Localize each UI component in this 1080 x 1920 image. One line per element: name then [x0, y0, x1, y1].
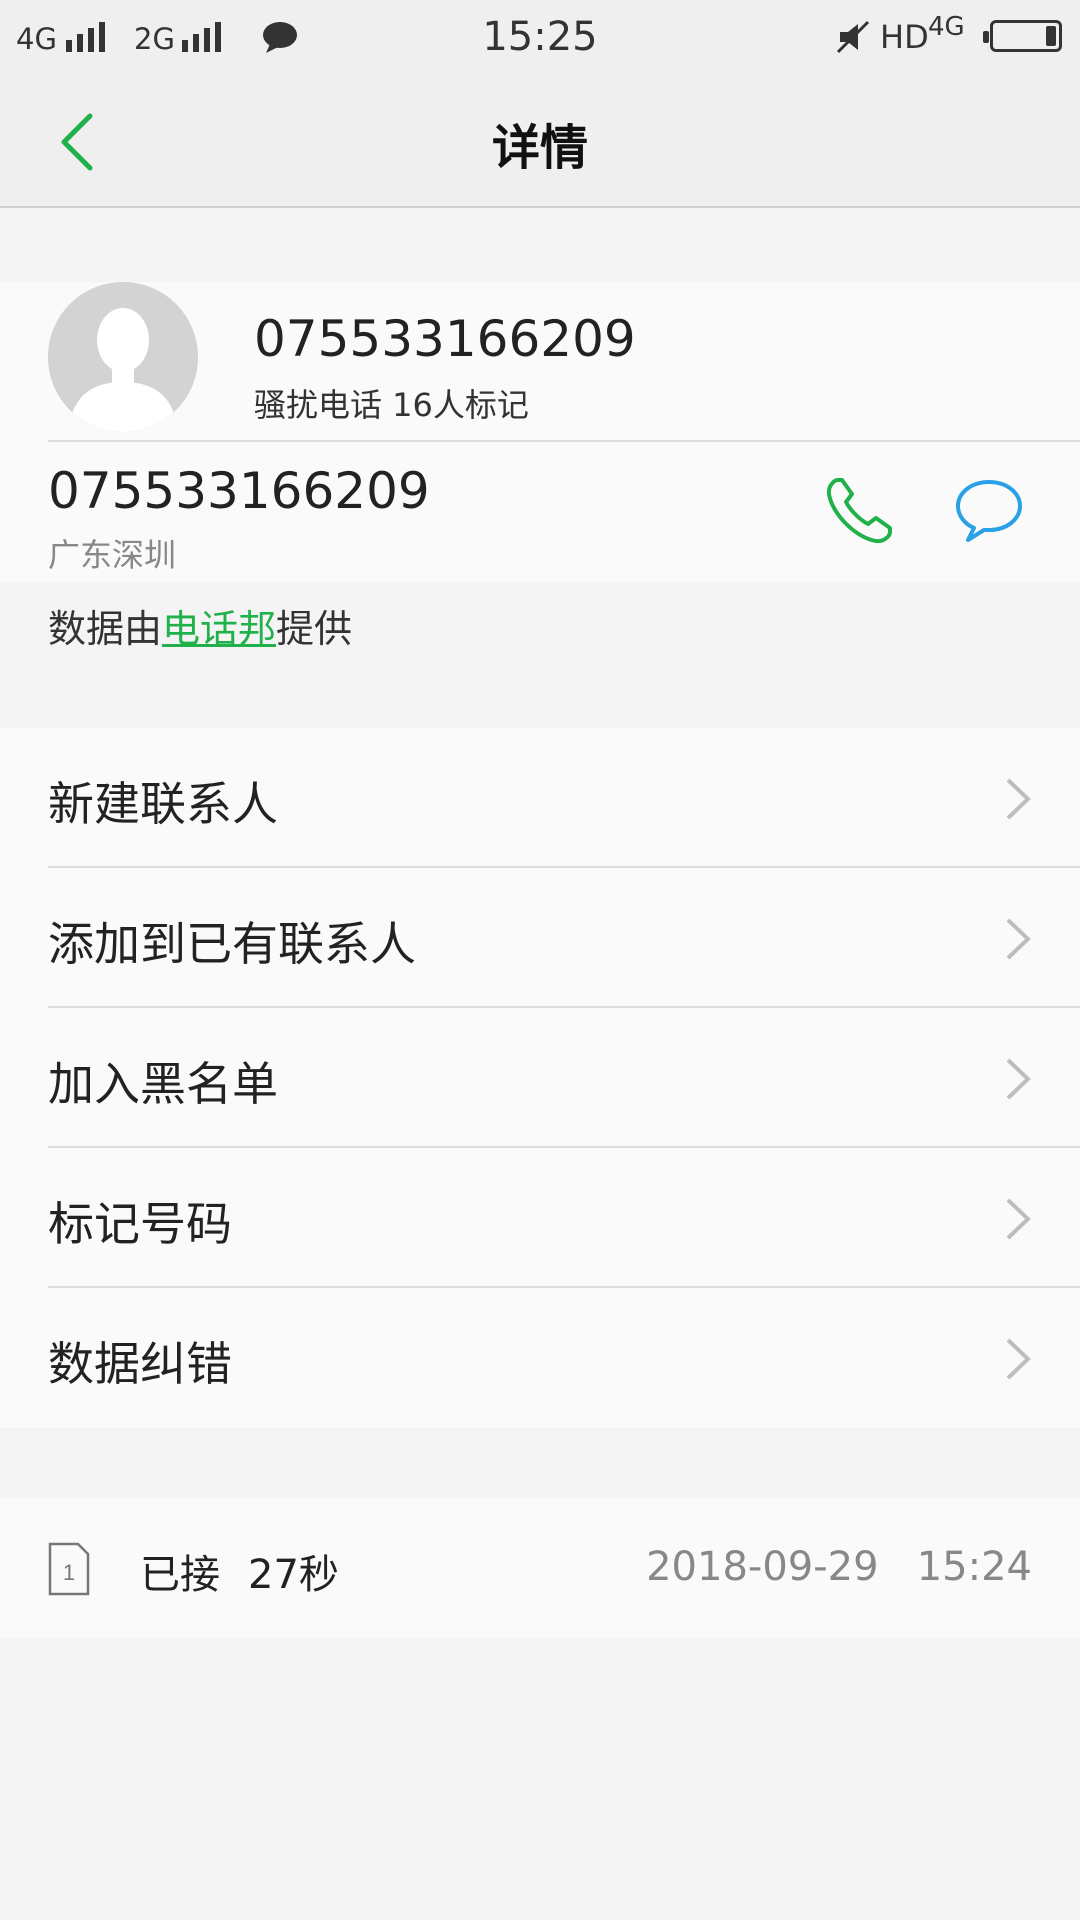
divider — [48, 440, 1080, 442]
spam-tag-label: 骚扰电话 16人标记 — [254, 386, 529, 424]
data-provider-note: 数据由电话邦提供 — [48, 598, 352, 653]
chevron-right-icon — [1006, 1058, 1031, 1100]
page-title: 详情 — [491, 120, 588, 176]
sim-slot-number: 1 — [63, 1560, 75, 1585]
provider-prefix: 数据由 — [48, 607, 163, 651]
phone-number[interactable]: 075533166209 — [48, 462, 430, 520]
menu-item-mark-number[interactable]: 标记号码 — [0, 1148, 1080, 1288]
person-placeholder-icon — [48, 282, 198, 432]
lte-indicator: 4G — [928, 12, 965, 42]
chevron-right-icon — [1006, 1338, 1031, 1380]
menu-item-add-to-blacklist[interactable]: 加入黑名单 — [0, 1008, 1080, 1148]
chevron-right-icon — [1006, 778, 1031, 820]
call-record-row[interactable]: 1 已接 27秒 2018-09-29 15:24 — [0, 1498, 1080, 1638]
mute-icon — [836, 20, 870, 54]
menu-item-label: 新建联系人 — [48, 777, 278, 831]
call-datetime: 2018-09-29 15:24 — [646, 1544, 1032, 1590]
call-status: 已接 — [140, 1552, 220, 1598]
menu-item-label: 标记号码 — [48, 1197, 232, 1251]
chevron-right-icon — [1006, 918, 1031, 960]
avatar — [48, 282, 198, 432]
status-bar: 4G 2G 15:25 HD 4G — [0, 0, 1080, 76]
provider-link[interactable]: 电话邦 — [162, 607, 276, 651]
sim-card-icon: 1 — [48, 1542, 90, 1596]
number-location: 广东深圳 — [48, 536, 177, 574]
top-app-bar: 详情 — [0, 76, 1080, 208]
provider-suffix: 提供 — [276, 607, 353, 651]
battery-icon — [983, 20, 1062, 52]
message-icon[interactable] — [954, 478, 1024, 542]
chevron-right-icon — [1006, 1198, 1031, 1240]
menu-item-label: 添加到已有联系人 — [48, 917, 416, 971]
menu-item-label: 加入黑名单 — [48, 1057, 278, 1111]
hd-indicator: HD — [880, 18, 929, 56]
menu-item-data-correction[interactable]: 数据纠错 — [0, 1288, 1080, 1428]
action-menu: 新建联系人 添加到已有联系人 加入黑名单 标记号码 数据纠错 — [0, 728, 1080, 1428]
menu-item-add-to-existing-contact[interactable]: 添加到已有联系人 — [0, 868, 1080, 1008]
caller-number-title: 075533166209 — [254, 310, 636, 368]
call-duration: 27秒 — [248, 1552, 339, 1598]
menu-item-new-contact[interactable]: 新建联系人 — [0, 728, 1080, 868]
contact-info-card: 075533166209 骚扰电话 16人标记 075533166209 广东深… — [0, 282, 1080, 582]
phone-call-icon[interactable] — [824, 476, 894, 546]
menu-item-label: 数据纠错 — [48, 1337, 232, 1391]
